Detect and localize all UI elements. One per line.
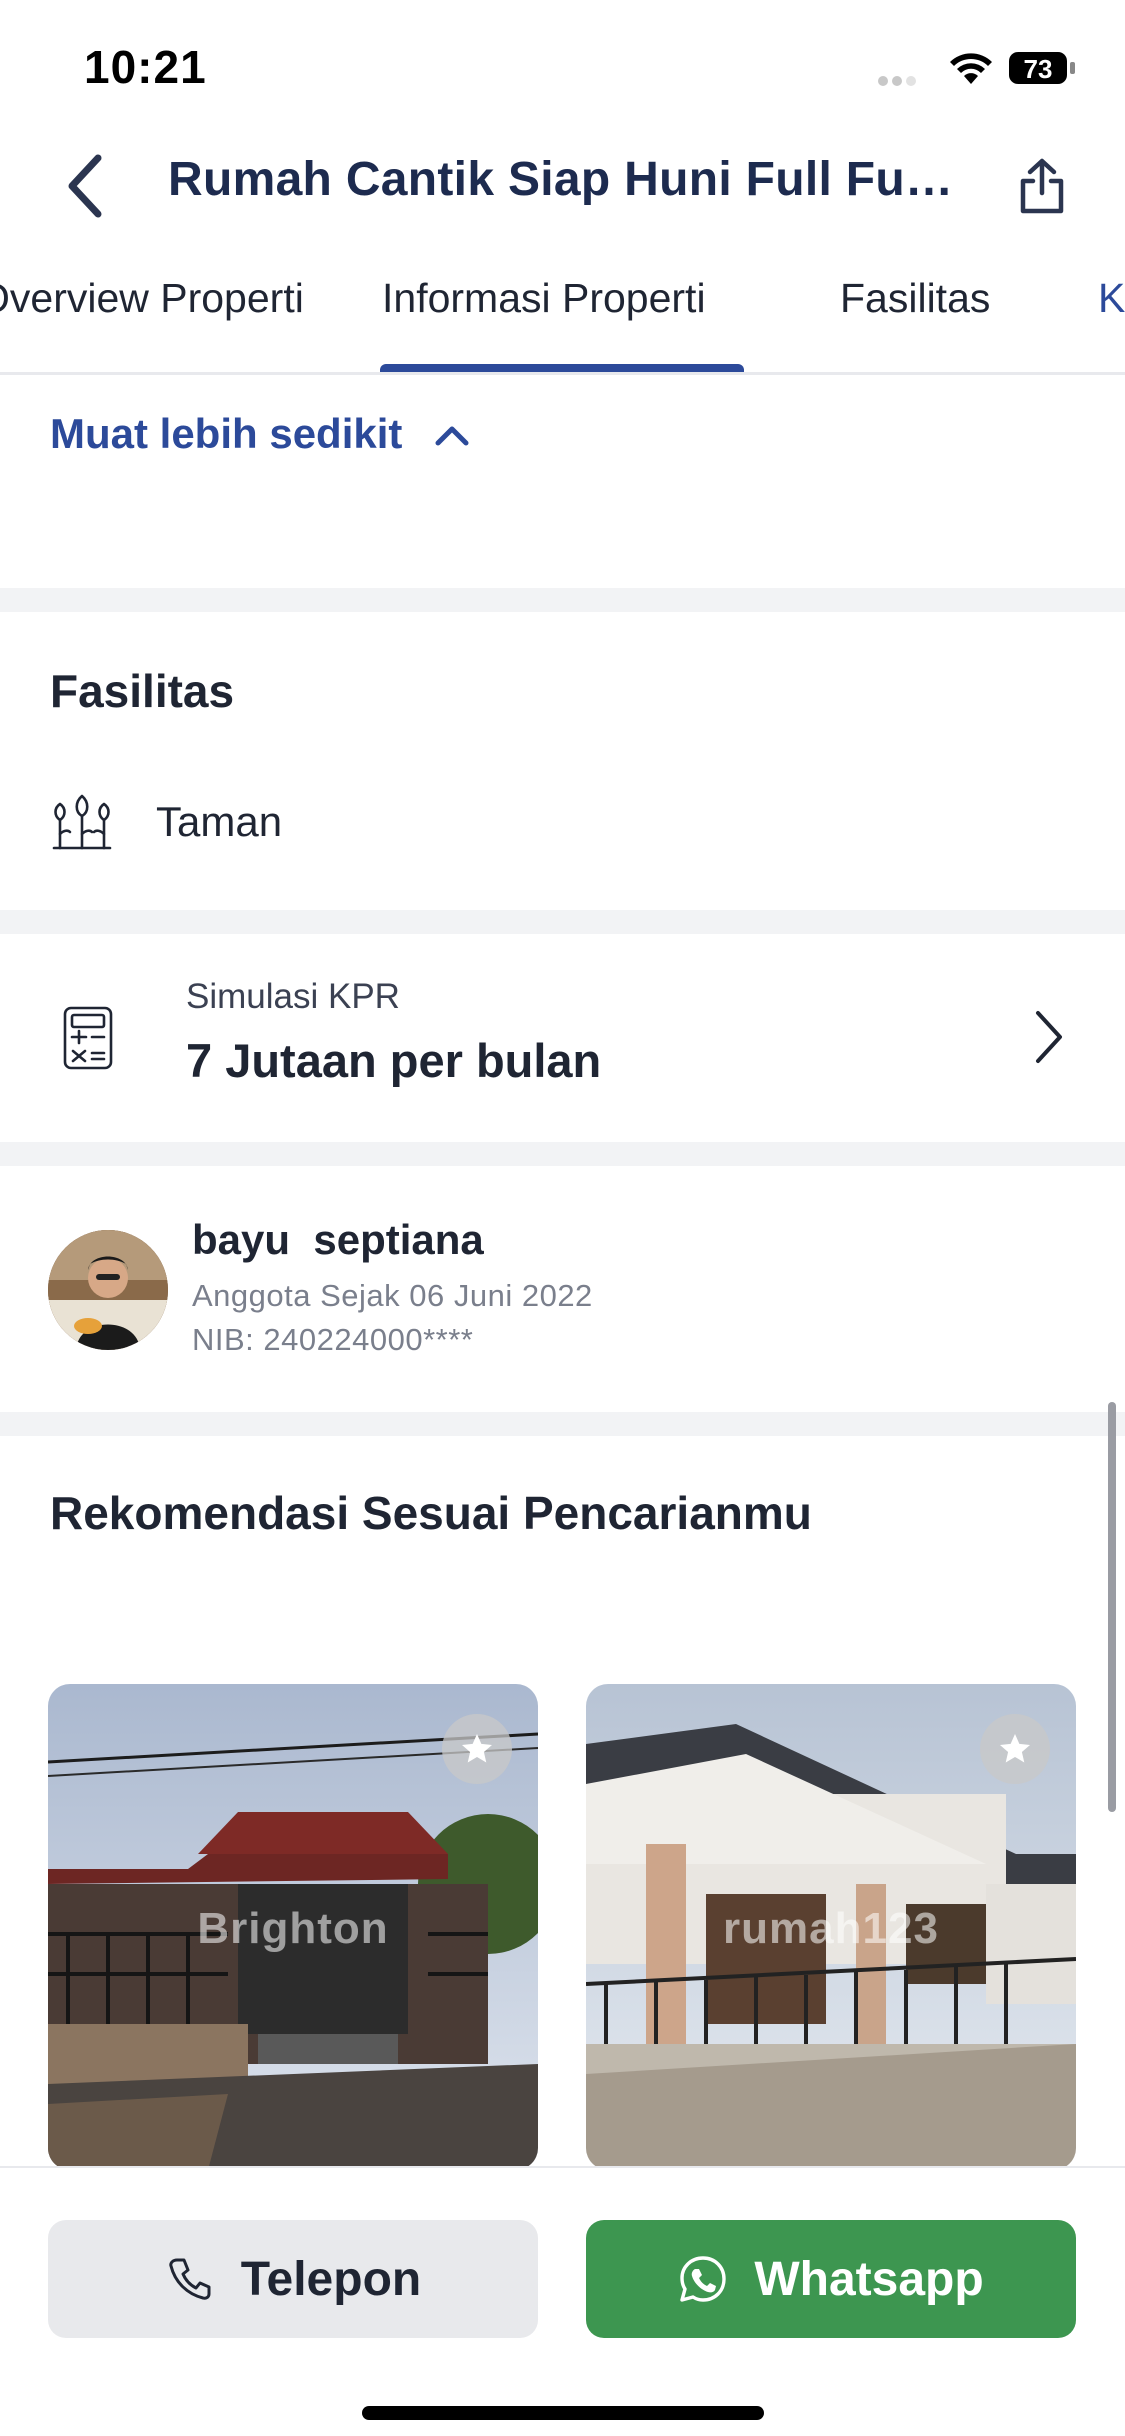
home-indicator	[362, 2406, 764, 2420]
whatsapp-button[interactable]: Whatsapp	[586, 2220, 1076, 2338]
bottom-action-bar: Telepon Whatsapp	[0, 2166, 1125, 2436]
section-divider	[0, 910, 1125, 934]
recommendation-card[interactable]: Brighton	[48, 1684, 538, 2170]
tab-fasilitas[interactable]: Fasilitas	[840, 275, 990, 322]
garden-icon	[52, 794, 112, 850]
share-button[interactable]	[1010, 150, 1074, 222]
tab-informasi-properti[interactable]: Informasi Properti	[382, 275, 706, 322]
facilities-title: Fasilitas	[50, 665, 235, 717]
header: Rumah Cantik Siap Huni Full Furnished	[0, 130, 1125, 245]
card-watermark: Brighton	[197, 1904, 389, 1953]
agent-card[interactable]: bayu septiana Anggota Sejak 06 Juni 2022…	[0, 1166, 1125, 1411]
facility-item: Taman	[50, 790, 282, 854]
whatsapp-icon	[680, 2256, 727, 2302]
section-tabs: Overview Properti Informasi Properti Fas…	[0, 245, 1125, 375]
kpr-simulation-row[interactable]: Simulasi KPR 7 Jutaan per bulan	[0, 935, 1125, 1140]
kpr-label: Simulasi KPR	[186, 977, 400, 1016]
kpr-value: 7 Jutaan per bulan	[186, 1034, 602, 1087]
chevron-up-icon	[435, 426, 469, 446]
recommendations-title: Rekomendasi Sesuai Pencarianmu	[50, 1487, 812, 1539]
calculator-icon	[63, 1006, 113, 1070]
favorite-button[interactable]	[980, 1714, 1050, 1784]
star-icon	[462, 1734, 492, 1763]
agent-name: bayu septiana	[192, 1216, 484, 1263]
battery-level: 73	[1024, 54, 1053, 84]
show-less-label: Muat lebih sedikit	[50, 410, 403, 457]
card-watermark: rumah123	[723, 1904, 939, 1953]
wifi-icon	[950, 53, 992, 84]
call-button-label: Telepon	[240, 2252, 422, 2306]
favorite-button[interactable]	[442, 1714, 512, 1784]
section-divider	[0, 1412, 1125, 1436]
cellular-signal-icon	[878, 72, 930, 86]
active-tab-indicator	[380, 364, 744, 372]
show-less-link[interactable]: Muat lebih sedikit	[50, 410, 472, 458]
facility-label: Taman	[156, 798, 283, 845]
status-bar: 10:21 73	[0, 0, 1125, 130]
agent-member-since: Anggota Sejak 06 Juni 2022	[192, 1278, 593, 1313]
avatar	[48, 1230, 168, 1350]
section-divider	[0, 1142, 1125, 1166]
tab-overview-properti[interactable]: Overview Properti	[0, 275, 304, 322]
scrollbar[interactable]	[1108, 1402, 1116, 1812]
back-button[interactable]	[52, 148, 116, 224]
chevron-right-icon	[1036, 1011, 1062, 1063]
recommendation-card[interactable]: rumah123	[586, 1684, 1076, 2170]
whatsapp-button-label: Whatsapp	[754, 2252, 984, 2306]
battery-icon: 73	[1009, 52, 1075, 84]
chevron-left-icon	[68, 154, 102, 218]
page-title: Rumah Cantik Siap Huni Full Furnished	[168, 153, 958, 206]
call-button[interactable]: Telepon	[48, 2220, 538, 2338]
share-icon	[1020, 158, 1064, 214]
section-divider	[0, 588, 1125, 612]
tab-next[interactable]: K	[1098, 275, 1125, 322]
phone-icon	[169, 2258, 211, 2300]
agent-nib: NIB: 240224000****	[192, 1322, 474, 1357]
star-icon	[1000, 1734, 1030, 1763]
status-time: 10:21	[84, 41, 207, 93]
